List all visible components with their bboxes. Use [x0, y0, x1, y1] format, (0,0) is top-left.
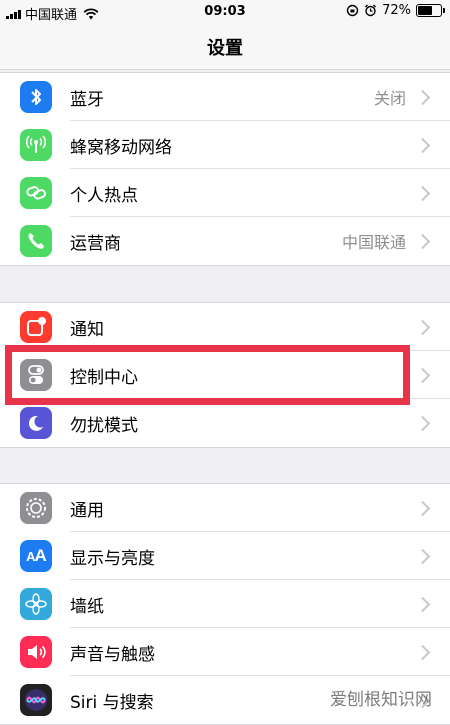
moon-icon: [20, 407, 52, 439]
settings-row-value: 中国联通: [341, 233, 406, 252]
settings-row-value: 关闭: [373, 89, 406, 108]
notification-icon: [20, 311, 52, 343]
wallpaper-icon: [20, 588, 52, 620]
gear-icon: [20, 492, 52, 524]
settings-group-connectivity: 蓝牙 关闭 蜂窝移动网络 个人热点 运营商 中国联通: [0, 72, 450, 266]
chevron-right-icon: [414, 233, 431, 249]
sound-icon: [20, 636, 52, 668]
chevron-right-icon: [414, 319, 431, 335]
settings-group-notifications: 通知 控制中心 勿扰模式: [0, 302, 450, 448]
settings-row-carrier[interactable]: 运营商 中国联通: [0, 217, 450, 265]
battery-icon: [416, 4, 445, 17]
settings-row-label: 蓝牙: [70, 89, 104, 110]
settings-row-label: 通用: [70, 500, 104, 521]
settings-row-label: 墙纸: [70, 596, 104, 617]
page-title: 设置: [207, 37, 243, 59]
settings-row-general[interactable]: 通用: [0, 484, 450, 532]
siri-icon: [20, 684, 52, 716]
chevron-right-icon: [414, 548, 431, 564]
settings-row-label: 个人热点: [70, 185, 138, 206]
settings-row-label: 勿扰模式: [70, 415, 138, 436]
settings-row-label: 控制中心: [70, 367, 138, 388]
settings-row-label: 蜂窝移动网络: [70, 137, 172, 158]
chevron-right-icon: [414, 367, 431, 383]
settings-row-bluetooth[interactable]: 蓝牙 关闭: [0, 73, 450, 121]
chevron-right-icon: [414, 644, 431, 660]
alarm-icon: [365, 4, 377, 17]
settings-row-control-center[interactable]: 控制中心: [0, 351, 450, 399]
chevron-right-icon: [414, 89, 431, 105]
chevron-right-icon: [414, 500, 431, 516]
cellular-icon: [20, 129, 52, 161]
settings-row-display[interactable]: AA 显示与亮度: [0, 532, 450, 580]
chevron-right-icon: [414, 596, 431, 612]
control-center-icon: [20, 359, 52, 391]
battery-percent: 72%: [382, 3, 411, 18]
settings-row-label: 运营商: [70, 233, 121, 254]
status-right: 72%: [346, 3, 445, 18]
hotspot-icon: [20, 177, 52, 209]
settings-row-label: 通知: [70, 319, 104, 340]
watermark-text: 爱刨根知识网: [330, 690, 432, 710]
settings-row-label: 声音与触感: [70, 644, 155, 665]
phone-icon: [20, 225, 52, 257]
display-icon: AA: [20, 540, 52, 572]
settings-row-notifications[interactable]: 通知: [0, 303, 450, 351]
status-bar: 中国联通 09:03 72%: [0, 0, 450, 24]
settings-row-cellular[interactable]: 蜂窝移动网络: [0, 121, 450, 169]
chevron-right-icon: [414, 415, 431, 431]
chevron-right-icon: [414, 137, 431, 153]
settings-row-hotspot[interactable]: 个人热点: [0, 169, 450, 217]
settings-row-sounds[interactable]: 声音与触感: [0, 628, 450, 676]
settings-row-do-not-disturb[interactable]: 勿扰模式: [0, 399, 450, 447]
rotation-lock-icon: [346, 4, 359, 17]
settings-row-label: Siri 与搜索: [70, 692, 154, 713]
chevron-right-icon: [414, 185, 431, 201]
bluetooth-icon: [20, 81, 52, 113]
settings-row-label: 显示与亮度: [70, 548, 155, 569]
navigation-bar: 设置: [0, 24, 450, 70]
settings-row-wallpaper[interactable]: 墙纸: [0, 580, 450, 628]
